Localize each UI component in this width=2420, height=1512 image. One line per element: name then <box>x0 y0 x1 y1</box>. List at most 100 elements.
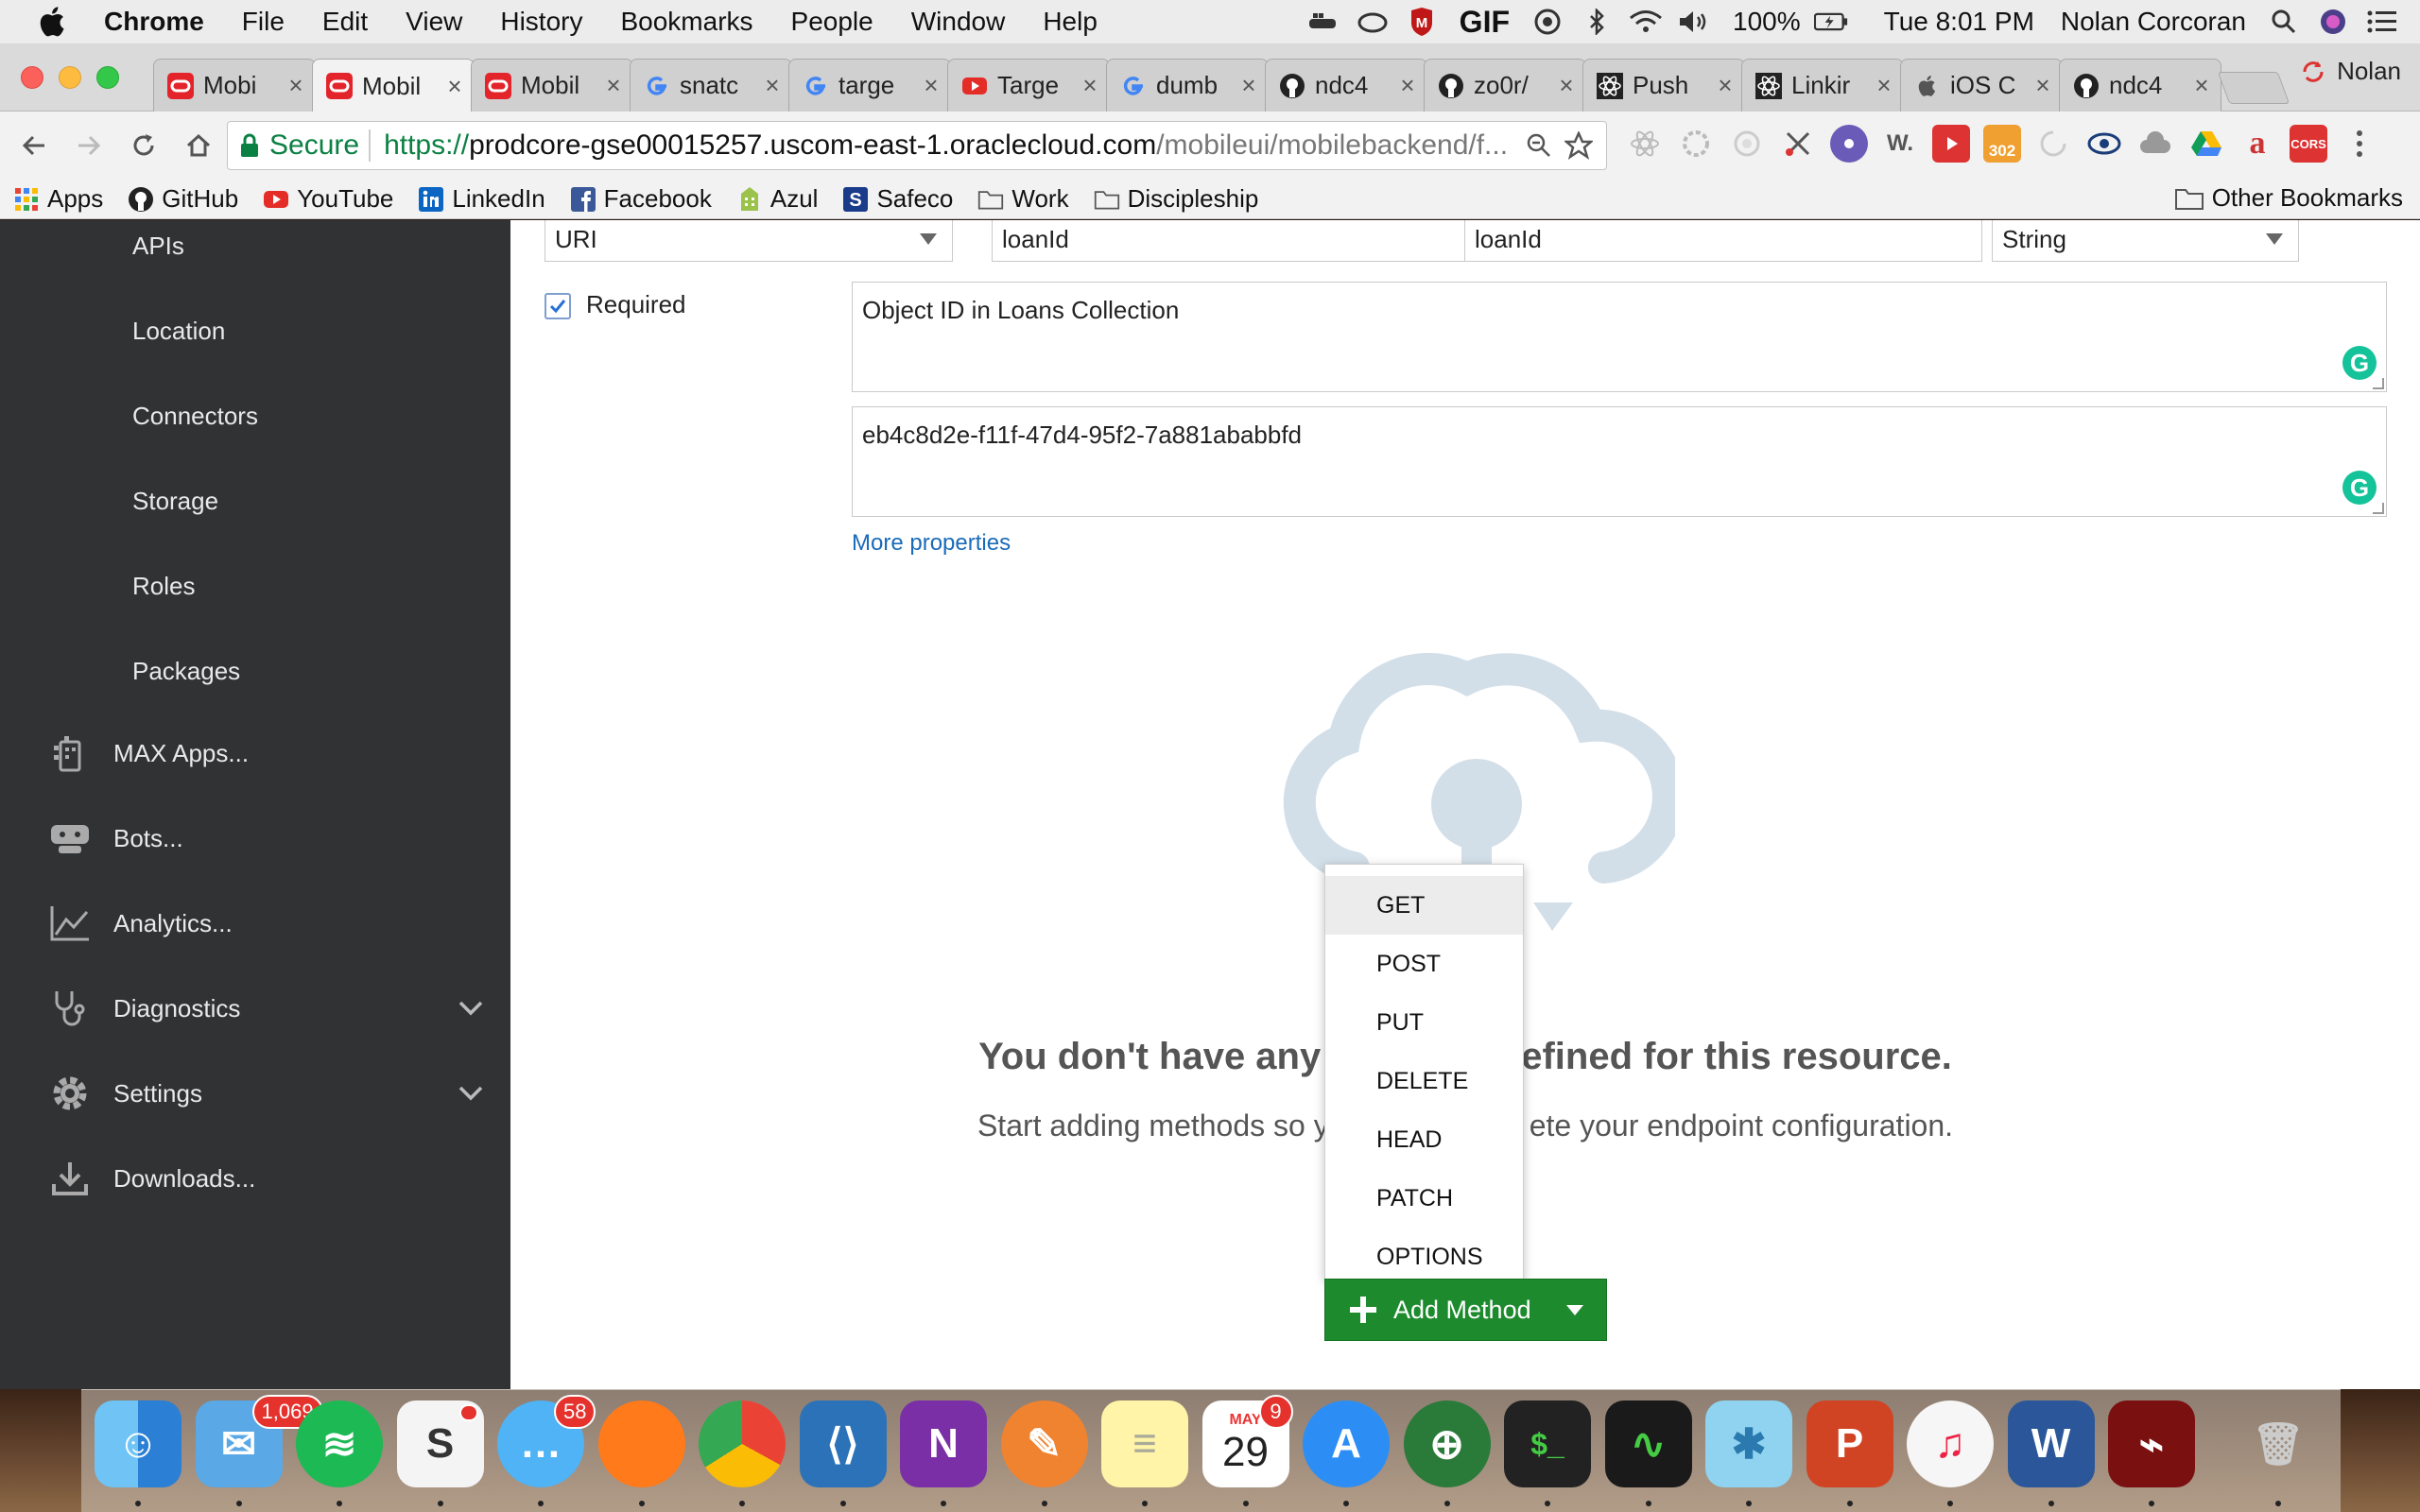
browser-tab[interactable]: snatc × <box>630 59 792 112</box>
finder-icon[interactable]: ☺ <box>95 1400 182 1487</box>
close-tab-icon[interactable]: × <box>1716 71 1735 100</box>
close-tab-icon[interactable]: × <box>1398 71 1417 100</box>
browser-tab[interactable]: Mobil × <box>471 59 633 112</box>
method-option-patch[interactable]: PATCH <box>1325 1169 1523 1228</box>
chrome-menu-icon[interactable] <box>2341 125 2378 163</box>
close-tab-icon[interactable]: × <box>763 71 782 100</box>
browser-tab[interactable]: targe × <box>788 59 951 112</box>
extension-302-icon[interactable]: 302 <box>1983 125 2021 163</box>
clock[interactable]: Tue 8:01 PM <box>1884 7 2034 37</box>
chrome-icon[interactable] <box>699 1400 786 1487</box>
method-option-get[interactable]: GET <box>1325 876 1523 935</box>
notification-center-icon[interactable] <box>2365 8 2399 36</box>
notes-icon[interactable]: ≡ <box>1101 1400 1188 1487</box>
bookmark-work[interactable]: Work <box>977 184 1069 214</box>
web-developer-icon[interactable] <box>1830 125 1868 163</box>
browser-tab[interactable]: Push × <box>1582 59 1745 112</box>
sidebar-item-bots[interactable]: Bots... <box>49 817 484 859</box>
bookmark-discipleship[interactable]: Discipleship <box>1094 184 1258 214</box>
close-tab-icon[interactable]: × <box>1239 71 1258 100</box>
close-tab-icon[interactable]: × <box>2033 71 2052 100</box>
apple-menu-icon[interactable] <box>34 3 72 41</box>
sidebar-item-settings[interactable]: Settings <box>49 1073 484 1114</box>
browser-tab[interactable]: Mobi × <box>153 59 316 112</box>
menu-view[interactable]: View <box>406 7 462 37</box>
close-tab-icon[interactable]: × <box>1557 71 1576 100</box>
screen-record-icon[interactable] <box>1530 8 1564 36</box>
vscode-icon[interactable]: ⟨⟩ <box>799 1400 887 1487</box>
other-bookmarks[interactable]: Other Bookmarks <box>2174 183 2403 213</box>
method-option-head[interactable]: HEAD <box>1325 1110 1523 1169</box>
docker-icon[interactable] <box>1306 8 1340 36</box>
grammarly-icon[interactable]: G <box>2342 471 2377 505</box>
bookmark-safeco[interactable]: S Safeco <box>842 184 953 214</box>
new-tab-button[interactable] <box>2217 72 2290 104</box>
resize-handle-icon[interactable] <box>2373 503 2384 514</box>
parameter-display-name-field[interactable]: loanId <box>1464 220 1982 262</box>
gif-menu-icon[interactable]: GIF <box>1460 5 1510 40</box>
word-icon[interactable]: W <box>2007 1400 2095 1487</box>
sidebar-item-roles[interactable]: Roles <box>132 572 195 601</box>
google-drive-icon[interactable] <box>2187 125 2225 163</box>
menu-people[interactable]: People <box>791 7 873 37</box>
spotlight-search-icon[interactable] <box>2267 8 2301 36</box>
browser-tab[interactable]: ndc4 × <box>1265 59 1427 112</box>
back-button[interactable] <box>13 125 55 166</box>
bookmark-linkedin[interactable]: LinkedIn <box>418 184 545 214</box>
browser-tab[interactable]: iOS C × <box>1900 59 2063 112</box>
close-window-button[interactable] <box>21 66 43 89</box>
volume-icon[interactable] <box>1678 8 1712 36</box>
sidebar-item-apis[interactable]: APIs <box>132 232 184 261</box>
close-tab-icon[interactable]: × <box>1875 71 1893 100</box>
extension-spinner-icon[interactable] <box>2034 125 2072 163</box>
add-method-button[interactable]: Add Method <box>1324 1279 1607 1341</box>
method-option-post[interactable]: POST <box>1325 935 1523 993</box>
browser-tab[interactable]: Targe × <box>947 59 1110 112</box>
pinwheel-app-icon[interactable]: ✱ <box>1705 1400 1792 1487</box>
extension-gear-icon[interactable] <box>1677 125 1715 163</box>
parameter-type-select[interactable]: URI <box>544 220 953 262</box>
wifi-icon[interactable] <box>1629 8 1663 36</box>
close-tab-icon[interactable]: × <box>286 71 305 100</box>
bookmark-azul[interactable]: Azul <box>736 184 818 214</box>
browser-tab[interactable]: Linkir × <box>1741 59 1904 112</box>
sidebar-item-packages[interactable]: Packages <box>132 657 240 686</box>
powerpoint-icon[interactable]: P <box>1806 1400 1893 1487</box>
itunes-icon[interactable]: ♫ <box>1907 1400 1994 1487</box>
menu-edit[interactable]: Edit <box>322 7 368 37</box>
menu-bookmarks[interactable]: Bookmarks <box>620 7 752 37</box>
home-button[interactable] <box>178 125 219 166</box>
method-option-delete[interactable]: DELETE <box>1325 1052 1523 1110</box>
browser-tab[interactable]: ndc4 × <box>2059 59 2221 112</box>
extension-circle-icon[interactable] <box>1728 125 1766 163</box>
sidebar-item-diagnostics[interactable]: Diagnostics <box>49 988 484 1029</box>
extension-w-icon[interactable]: W. <box>1881 125 1919 163</box>
sidebar-item-analytics[interactable]: Analytics... <box>49 902 484 944</box>
sidebar-item-max-apps[interactable]: MAX Apps... <box>49 732 484 774</box>
sidebar-item-location[interactable]: Location <box>132 317 225 346</box>
browser-tab[interactable]: zo0r/ × <box>1424 59 1586 112</box>
method-option-put[interactable]: PUT <box>1325 993 1523 1052</box>
battery-icon[interactable] <box>1813 8 1848 36</box>
parameter-description-textarea[interactable]: Object ID in Loans Collection G <box>852 282 2387 392</box>
close-tab-icon[interactable]: × <box>604 71 623 100</box>
extension-cut-icon[interactable] <box>1779 125 1817 163</box>
siri-icon[interactable] <box>2316 8 2350 36</box>
parameter-name-field[interactable]: loanId <box>992 220 1501 262</box>
menu-window[interactable]: Window <box>911 7 1006 37</box>
zoom-search-icon[interactable] <box>1525 131 1553 160</box>
close-tab-icon[interactable]: × <box>2192 71 2211 100</box>
pencil-app-icon[interactable]: ✎ <box>1000 1400 1088 1487</box>
profile-button[interactable]: Nolan <box>2299 57 2401 86</box>
terminal-icon[interactable]: $_ <box>1504 1400 1591 1487</box>
bookmark-facebook[interactable]: Facebook <box>570 184 712 214</box>
trash-icon[interactable]: 🗑 <box>2235 1400 2322 1487</box>
creative-cloud-icon[interactable] <box>1356 8 1390 36</box>
extension-a-icon[interactable]: a <box>2238 125 2276 163</box>
user-name[interactable]: Nolan Corcoran <box>2061 7 2246 37</box>
menu-history[interactable]: History <box>500 7 582 37</box>
cors-extension-icon[interactable]: CORS <box>2290 125 2327 163</box>
parameter-datatype-select[interactable]: String <box>1992 220 2299 262</box>
sidebar-item-storage[interactable]: Storage <box>132 487 218 516</box>
method-option-options[interactable]: OPTIONS <box>1325 1228 1523 1286</box>
